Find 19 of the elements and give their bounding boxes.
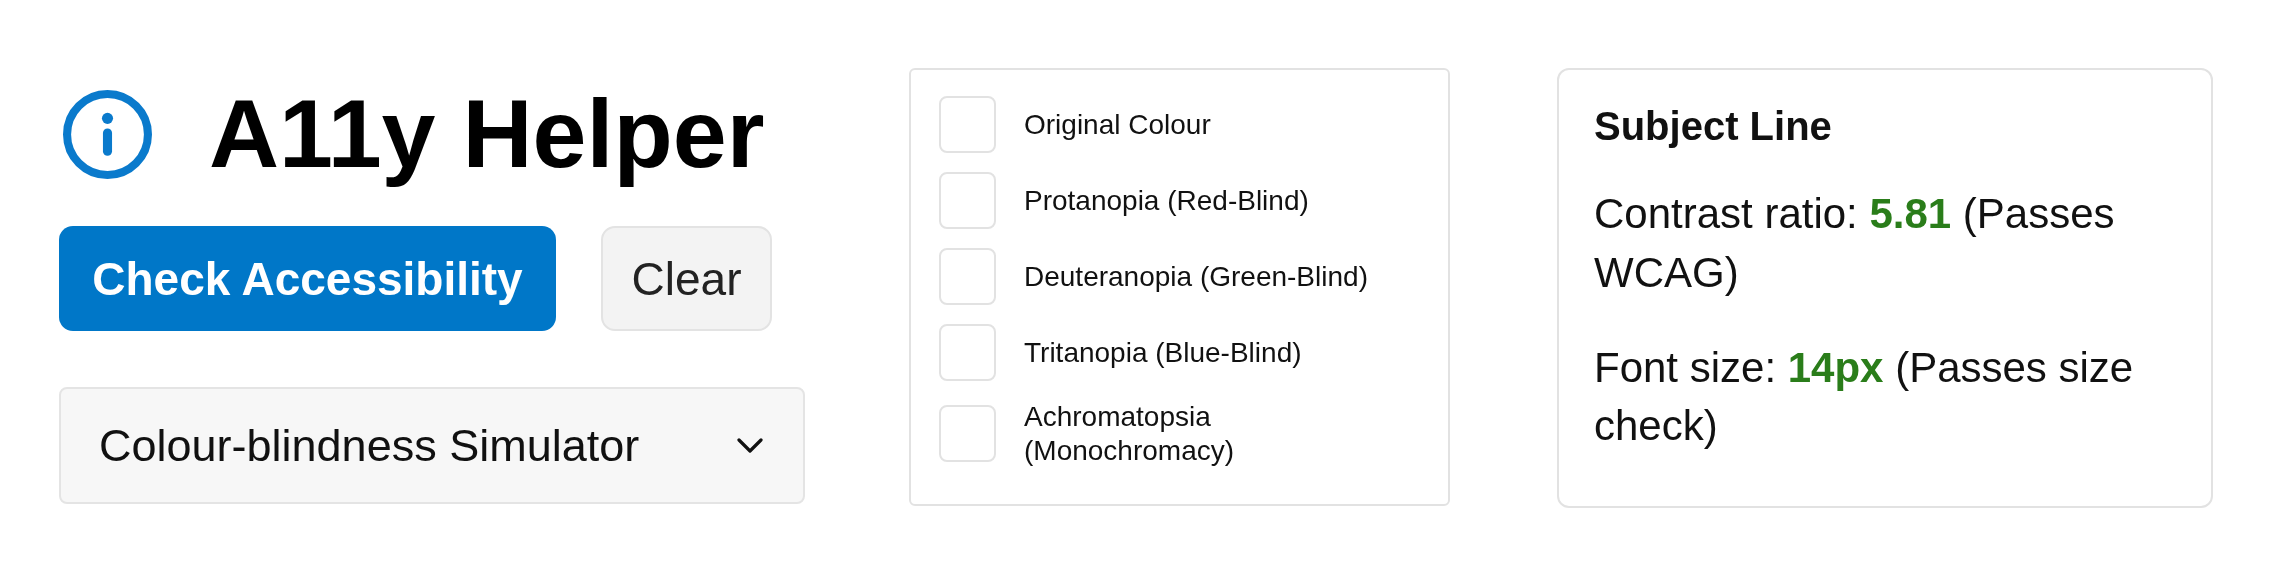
- checkbox-label: Achromatopsia (Monochromacy): [1024, 400, 1236, 468]
- checkbox[interactable]: [939, 172, 996, 229]
- result-text: Font size: 14px (Passes size check): [1594, 342, 2135, 452]
- chevron-icon: [737, 437, 763, 454]
- checkbox-label: Tritanopia (Blue-Blind): [1024, 335, 1302, 370]
- checkbox[interactable]: [939, 248, 996, 305]
- checkbox[interactable]: [939, 324, 996, 381]
- clear-button[interactable]: Clear: [601, 226, 772, 332]
- check-accessibility-button[interactable]: Check Accessibility: [59, 226, 556, 332]
- checkbox[interactable]: [939, 96, 996, 153]
- checkbox-label: Original Colour: [1024, 107, 1211, 142]
- app-title: A11y Helper: [209, 78, 765, 190]
- simulator-dropdown[interactable]: Colour-blindness Simulator: [59, 387, 805, 505]
- checkbox-label: Protanopia (Red-Blind): [1024, 183, 1309, 218]
- info-icon: [62, 88, 153, 180]
- checkbox[interactable]: [939, 405, 996, 463]
- result-title: Subject Line: [1594, 104, 1833, 149]
- checkbox-label: Deuteranopia (Green-Blind): [1024, 259, 1368, 294]
- result-text: Contrast ratio: 5.81 (Passes WCAG): [1594, 189, 2116, 298]
